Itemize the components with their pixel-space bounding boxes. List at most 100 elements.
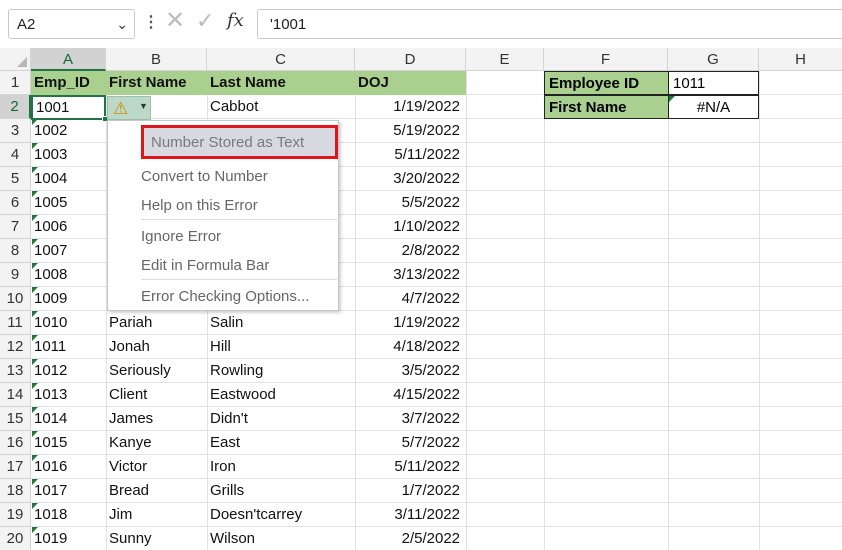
- cell-doj[interactable]: 5/5/2022: [355, 191, 466, 215]
- cell-first-name[interactable]: Pariah: [106, 311, 207, 335]
- column-header-d[interactable]: D: [355, 48, 466, 71]
- row-header-18[interactable]: 18: [0, 479, 31, 503]
- cell-emp-id[interactable]: 1003: [31, 143, 106, 167]
- cell-last-name[interactable]: Grills: [207, 479, 355, 503]
- cell-emp-id[interactable]: 1015: [31, 431, 106, 455]
- cell-last-name[interactable]: Rowling: [207, 359, 355, 383]
- cell-doj[interactable]: 4/15/2022: [355, 383, 466, 407]
- cell-doj[interactable]: 1/7/2022: [355, 479, 466, 503]
- cell-doj[interactable]: 5/11/2022: [355, 455, 466, 479]
- cell-doj[interactable]: 3/13/2022: [355, 263, 466, 287]
- cell-first-name[interactable]: Client: [106, 383, 207, 407]
- cell-doj[interactable]: 1/10/2022: [355, 215, 466, 239]
- lookup-employee-id-label[interactable]: Employee ID: [544, 71, 669, 95]
- column-header-f[interactable]: F: [544, 48, 668, 71]
- cell-emp-id[interactable]: 1002: [31, 119, 106, 143]
- cell-doj[interactable]: 3/11/2022: [355, 503, 466, 527]
- cell-emp-id[interactable]: 1014: [31, 407, 106, 431]
- cell-emp-id[interactable]: 1004: [31, 167, 106, 191]
- row-header-20[interactable]: 20: [0, 527, 31, 550]
- row-header-14[interactable]: 14: [0, 383, 31, 407]
- row-header-5[interactable]: 5: [0, 167, 31, 191]
- menu-item-edit-formula-bar[interactable]: Edit in Formula Bar: [141, 257, 269, 274]
- cell-first-name[interactable]: Sunny: [106, 527, 207, 550]
- select-all-button[interactable]: [0, 48, 31, 71]
- cell-emp-id[interactable]: 1017: [31, 479, 106, 503]
- cell-emp-id[interactable]: 1007: [31, 239, 106, 263]
- cell-emp-id[interactable]: 1010: [31, 311, 106, 335]
- cell-last-name[interactable]: Doesn'tcarrey: [207, 503, 355, 527]
- cell-last-name[interactable]: Cabbot: [207, 95, 355, 119]
- menu-item-help-on-error[interactable]: Help on this Error: [141, 197, 258, 214]
- cell-first-name[interactable]: Victor: [106, 455, 207, 479]
- menu-item-ignore-error[interactable]: Ignore Error: [141, 228, 221, 245]
- cell-doj[interactable]: 3/7/2022: [355, 407, 466, 431]
- cell-last-name[interactable]: Wilson: [207, 527, 355, 550]
- more-dots-icon[interactable]: ⋮: [143, 12, 159, 32]
- cell-doj[interactable]: 2/8/2022: [355, 239, 466, 263]
- header-emp-id[interactable]: Emp_ID: [31, 71, 106, 95]
- column-header-c[interactable]: C: [207, 48, 355, 71]
- cell-last-name[interactable]: Eastwood: [207, 383, 355, 407]
- header-first-name[interactable]: First Name: [106, 71, 207, 95]
- header-doj[interactable]: DOJ: [355, 71, 466, 95]
- cell-last-name[interactable]: Salin: [207, 311, 355, 335]
- row-header-4[interactable]: 4: [0, 143, 31, 167]
- cell-doj[interactable]: 3/20/2022: [355, 167, 466, 191]
- cell-doj[interactable]: 5/11/2022: [355, 143, 466, 167]
- lookup-employee-id-value[interactable]: 1011: [668, 71, 759, 95]
- row-header-6[interactable]: 6: [0, 191, 31, 215]
- cancel-icon[interactable]: ✕: [165, 9, 185, 33]
- lookup-first-name-label[interactable]: First Name: [544, 95, 669, 119]
- column-header-h[interactable]: H: [759, 48, 842, 71]
- column-header-e[interactable]: E: [466, 48, 544, 71]
- cell-last-name[interactable]: Iron: [207, 455, 355, 479]
- row-header-3[interactable]: 3: [0, 119, 31, 143]
- cell-doj[interactable]: 1/19/2022: [355, 95, 466, 119]
- cell-emp-id[interactable]: 1009: [31, 287, 106, 311]
- header-last-name[interactable]: Last Name: [207, 71, 355, 95]
- cell-emp-id[interactable]: 1011: [31, 335, 106, 359]
- cell-doj[interactable]: 5/7/2022: [355, 431, 466, 455]
- cell-emp-id[interactable]: 1006: [31, 215, 106, 239]
- cell-emp-id[interactable]: 1019: [31, 527, 106, 550]
- row-header-11[interactable]: 11: [0, 311, 31, 335]
- cell-first-name[interactable]: Jim: [106, 503, 207, 527]
- cell-emp-id[interactable]: 1005: [31, 191, 106, 215]
- row-header-15[interactable]: 15: [0, 407, 31, 431]
- column-header-a[interactable]: A: [31, 48, 106, 71]
- cell-first-name[interactable]: Seriously: [106, 359, 207, 383]
- cell-last-name[interactable]: Didn't: [207, 407, 355, 431]
- name-box[interactable]: A2 ⌄: [8, 9, 135, 39]
- chevron-down-icon[interactable]: ⌄: [116, 16, 128, 33]
- lookup-first-name-value[interactable]: #N/A: [668, 95, 759, 119]
- column-header-b[interactable]: B: [106, 48, 207, 71]
- cell-emp-id[interactable]: 1013: [31, 383, 106, 407]
- row-header-17[interactable]: 17: [0, 455, 31, 479]
- cell-first-name[interactable]: Jonah: [106, 335, 207, 359]
- row-header-8[interactable]: 8: [0, 239, 31, 263]
- cell-doj[interactable]: 3/5/2022: [355, 359, 466, 383]
- cell-emp-id[interactable]: 1016: [31, 455, 106, 479]
- active-cell-a2[interactable]: 1001: [31, 95, 108, 122]
- cell-doj[interactable]: 4/18/2022: [355, 335, 466, 359]
- column-header-g[interactable]: G: [668, 48, 759, 71]
- cell-emp-id[interactable]: 1008: [31, 263, 106, 287]
- cell-last-name[interactable]: Hill: [207, 335, 355, 359]
- row-header-16[interactable]: 16: [0, 431, 31, 455]
- cell-doj[interactable]: 1/19/2022: [355, 311, 466, 335]
- row-header-9[interactable]: 9: [0, 263, 31, 287]
- cell-emp-id[interactable]: 1012: [31, 359, 106, 383]
- row-header-13[interactable]: 13: [0, 359, 31, 383]
- row-header-10[interactable]: 10: [0, 287, 31, 311]
- row-header-19[interactable]: 19: [0, 503, 31, 527]
- cell-last-name[interactable]: East: [207, 431, 355, 455]
- menu-item-convert-to-number[interactable]: Convert to Number: [141, 168, 268, 185]
- cell-doj[interactable]: 5/19/2022: [355, 119, 466, 143]
- cell-doj[interactable]: 2/5/2022: [355, 527, 466, 550]
- menu-item-error-options[interactable]: Error Checking Options...: [141, 288, 309, 305]
- insert-function-icon[interactable]: fx: [227, 10, 244, 31]
- cell-first-name[interactable]: Kanye: [106, 431, 207, 455]
- row-header-1[interactable]: 1: [0, 71, 31, 95]
- row-header-2[interactable]: 2: [0, 95, 31, 119]
